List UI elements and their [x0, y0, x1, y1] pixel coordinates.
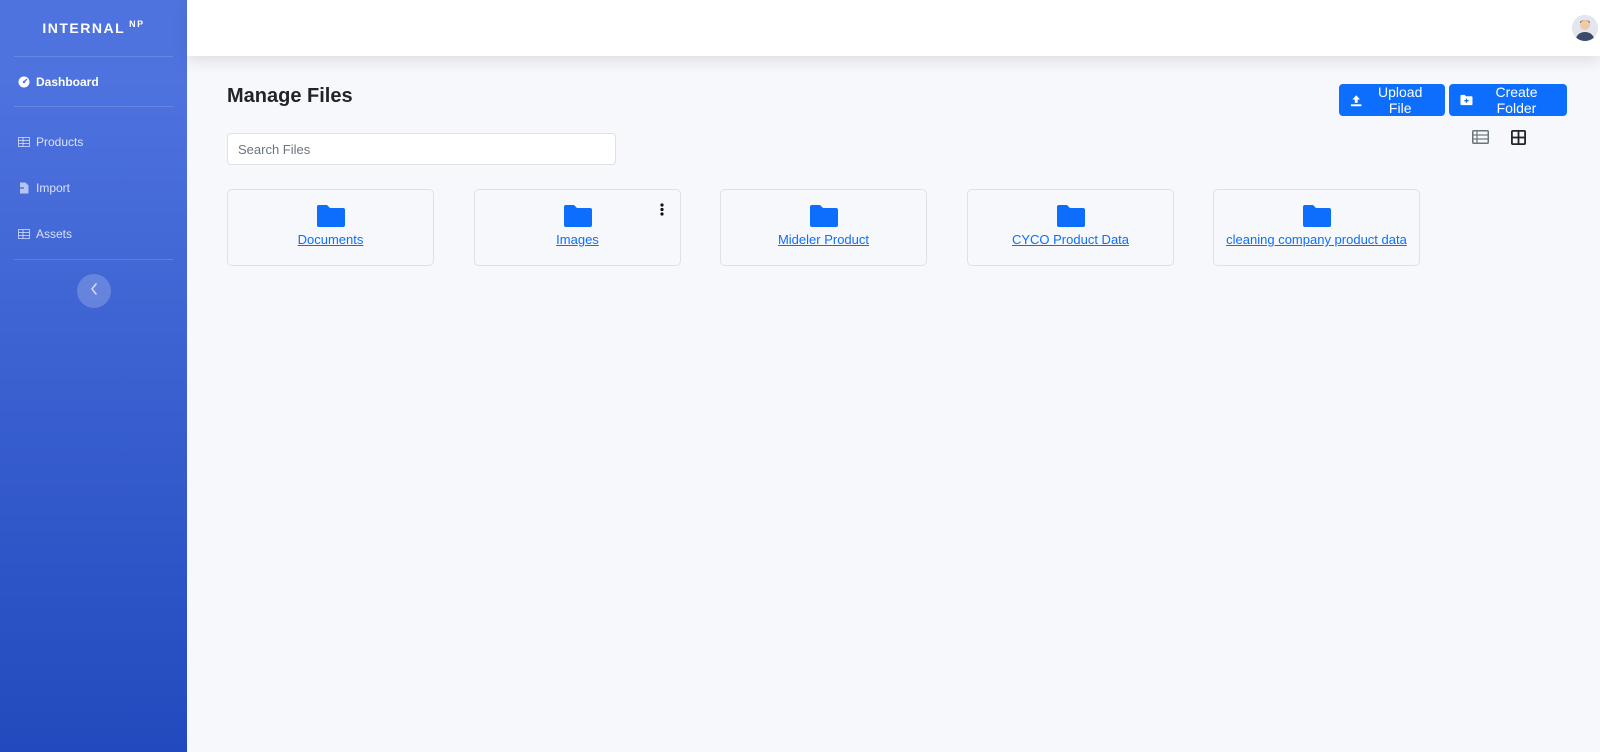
folder-link[interactable]: CYCO Product Data [1012, 232, 1129, 247]
folder-plus-icon [1460, 94, 1473, 106]
folder-link[interactable]: cleaning company product data [1226, 232, 1407, 247]
sidebar-item-label: Products [36, 135, 84, 149]
folder-link[interactable]: Documents [298, 232, 364, 247]
brand-logo[interactable]: INTERNAL NP [14, 0, 173, 57]
file-import-icon [16, 182, 32, 194]
sidebar-item-import[interactable]: Import [0, 165, 187, 211]
create-folder-label: Create Folder [1495, 84, 1538, 116]
table-icon [16, 137, 32, 147]
folder-icon [563, 205, 592, 227]
main-content: Manage Files Upload File Create Folder D… [187, 56, 1600, 752]
grid-view-icon[interactable] [1510, 129, 1526, 150]
chevron-left-icon [90, 282, 98, 300]
folder-link[interactable]: Images [556, 232, 599, 247]
sidebar-item-label: Assets [36, 227, 73, 241]
sidebar: INTERNAL NP Dashboard Products Import Ass… [0, 0, 187, 752]
user-avatar[interactable] [1572, 15, 1598, 41]
sidebar-item-label: Import [36, 181, 71, 195]
folder-card-mideler-product[interactable]: Mideler Product [720, 189, 927, 266]
upload-file-button[interactable]: Upload File [1339, 84, 1445, 116]
folder-link[interactable]: Mideler Product [778, 232, 869, 247]
sidebar-item-dashboard[interactable]: Dashboard [14, 57, 173, 107]
folder-icon [1302, 205, 1331, 227]
dashboard-gauge-icon [16, 76, 32, 88]
folder-icon [809, 205, 838, 227]
sidebar-item-products[interactable]: Products [0, 119, 187, 165]
sidebar-divider [14, 259, 173, 260]
sidebar-item-label: Dashboard [36, 74, 99, 89]
sidebar-item-assets[interactable]: Assets [0, 211, 187, 257]
folder-card-cyco-product-data[interactable]: CYCO Product Data [967, 189, 1174, 266]
upload-icon [1350, 94, 1362, 106]
page-title: Manage Files [227, 85, 353, 107]
folder-icon [1056, 205, 1085, 227]
upload-file-label: Upload File [1378, 84, 1423, 116]
sidebar-toggle-button[interactable] [76, 274, 111, 308]
brand-name: INTERNAL [42, 20, 126, 36]
folder-icon [316, 205, 345, 227]
create-folder-button[interactable]: Create Folder [1449, 84, 1567, 116]
search-input[interactable] [227, 133, 616, 165]
folder-card-images[interactable]: Images [474, 189, 681, 266]
brand-sup: NP [129, 19, 145, 29]
list-view-icon[interactable] [1472, 130, 1489, 149]
folder-card-cleaning-company-product-data[interactable]: cleaning company product data [1213, 189, 1420, 266]
kebab-menu-icon[interactable] [660, 203, 664, 221]
folder-card-documents[interactable]: Documents [227, 189, 434, 266]
topbar [187, 0, 1600, 56]
table-icon [16, 229, 32, 239]
